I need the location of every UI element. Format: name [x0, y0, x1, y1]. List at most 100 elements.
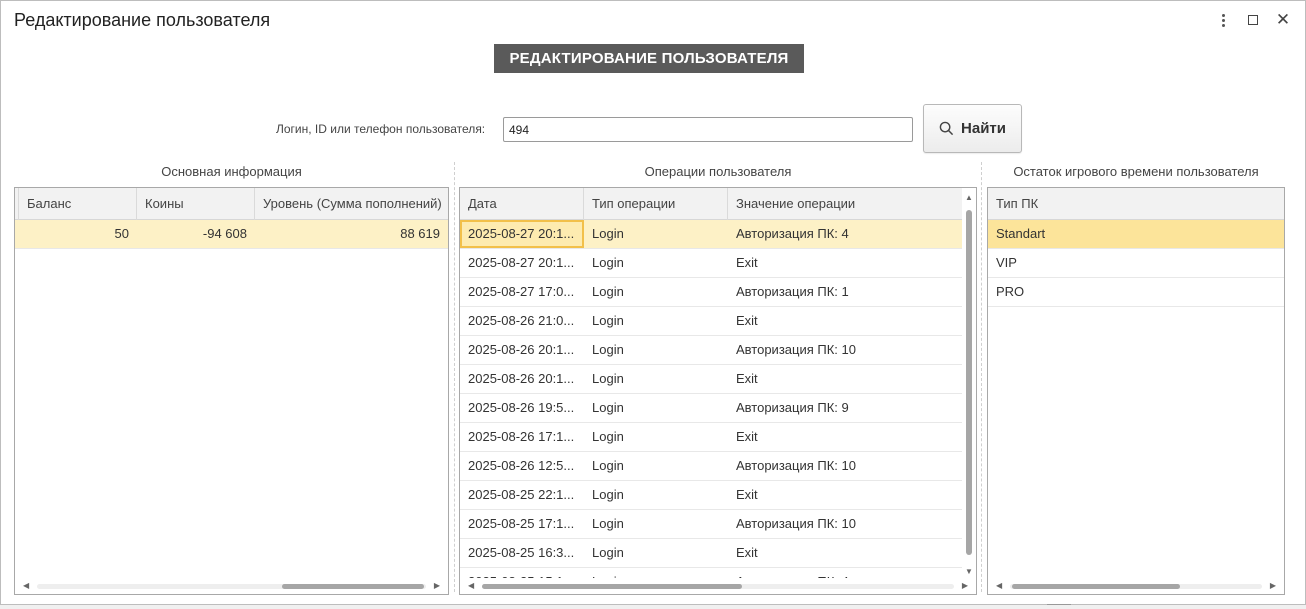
table-row[interactable]: VIP — [988, 249, 1284, 278]
date-cell[interactable]: 2025-08-26 21:0... — [460, 307, 584, 335]
operation-value-cell[interactable]: Exit — [728, 249, 962, 277]
operation-type-cell[interactable]: Login — [584, 307, 728, 335]
table-row[interactable]: 2025-08-27 17:0... Login Авторизация ПК: 1 — [460, 278, 962, 307]
date-cell[interactable]: 2025-08-25 17:1... — [460, 510, 584, 538]
pc-type-cell[interactable]: Standart — [988, 220, 1284, 248]
table-row[interactable]: 2025-08-27 20:1... Login Exit — [460, 249, 962, 278]
operation-value-cell[interactable]: Авторизация ПК: 10 — [728, 510, 962, 538]
scrollbar-thumb[interactable] — [482, 584, 742, 589]
table-row[interactable]: 2025-08-25 17:1... Login Авторизация ПК: 1… — [460, 510, 962, 539]
scrollbar-thumb[interactable] — [282, 584, 424, 589]
level-cell[interactable]: 88 619 — [255, 220, 448, 248]
table-row[interactable]: PRO — [988, 278, 1284, 307]
table-row[interactable]: 2025-08-25 22:1... Login Exit — [460, 481, 962, 510]
operation-value-cell[interactable]: Exit — [728, 539, 962, 567]
operation-type-cell[interactable]: Login — [584, 249, 728, 277]
date-cell[interactable]: 2025-08-26 12:5... — [460, 452, 584, 480]
window-title: Редактирование пользователя — [14, 10, 271, 30]
operation-value-cell[interactable]: Exit — [728, 307, 962, 335]
column-header[interactable]: Тип ПК — [988, 188, 1284, 220]
operation-value-cell[interactable]: Авторизация ПК: 10 — [728, 452, 962, 480]
table-row[interactable]: 2025-08-26 20:1... Login Авторизация ПК: 1… — [460, 336, 962, 365]
operation-value-cell[interactable]: Exit — [728, 365, 962, 393]
scroll-down-icon[interactable]: ▼ — [965, 567, 973, 576]
table-row[interactable]: 50 -94 608 88 619 — [15, 220, 448, 249]
pc-type-cell[interactable]: VIP — [988, 249, 1284, 277]
operation-type-cell[interactable]: Login — [584, 278, 728, 306]
horizontal-scrollbar[interactable]: ◀ ▶ — [460, 578, 976, 594]
table-row[interactable]: 2025-08-26 17:1... Login Exit — [460, 423, 962, 452]
operation-value-cell[interactable]: Авторизация ПК: 1 — [728, 278, 962, 306]
date-cell[interactable]: 2025-08-25 22:1... — [460, 481, 584, 509]
column-header[interactable]: Тип операции — [584, 188, 728, 220]
date-cell[interactable]: 2025-08-26 19:5... — [460, 394, 584, 422]
operation-type-cell[interactable]: Login — [584, 365, 728, 393]
operations-table[interactable]: Дата Тип операции Значение операции 2025… — [459, 187, 977, 595]
operation-type-cell[interactable]: Login — [584, 423, 728, 451]
table-row[interactable]: 2025-08-27 20:1... Login Авторизация ПК: 4 — [460, 220, 962, 249]
search-input[interactable] — [503, 117, 913, 142]
coins-cell[interactable]: -94 608 — [137, 220, 255, 248]
close-icon[interactable]: ✕ — [1275, 10, 1291, 29]
maximize-icon[interactable] — [1245, 12, 1261, 28]
date-cell[interactable]: 2025-08-25 16:3... — [460, 539, 584, 567]
scroll-left-icon[interactable]: ◀ — [23, 581, 29, 590]
operation-value-cell[interactable]: Авторизация ПК: 10 — [728, 336, 962, 364]
game-time-table[interactable]: Тип ПК Standart VIP PRO ◀ ▶ — [987, 187, 1285, 595]
table-row[interactable]: 2025-08-26 20:1... Login Exit — [460, 365, 962, 394]
column-header[interactable]: Значение операции — [728, 188, 962, 220]
balance-cell[interactable]: 50 — [19, 220, 137, 248]
date-cell[interactable]: 2025-08-27 20:1... — [460, 249, 584, 277]
find-button[interactable]: Найти — [923, 104, 1022, 153]
date-cell[interactable]: 2025-08-26 20:1... — [460, 365, 584, 393]
scroll-right-icon[interactable]: ▶ — [434, 581, 440, 590]
scrollbar-thumb[interactable] — [966, 210, 972, 555]
page-header-banner: РЕДАКТИРОВАНИЕ ПОЛЬЗОВАТЕЛЯ — [494, 44, 804, 73]
operation-type-cell[interactable]: Login — [584, 220, 728, 248]
column-header[interactable]: Уровень (Сумма пополнений) — [255, 188, 448, 220]
operation-type-cell[interactable]: Login — [584, 539, 728, 567]
table-row[interactable]: 2025-08-26 21:0... Login Exit — [460, 307, 962, 336]
scroll-right-icon[interactable]: ▶ — [1270, 581, 1276, 590]
horizontal-scrollbar[interactable]: ◀ ▶ — [988, 578, 1284, 594]
search-icon — [939, 121, 954, 136]
more-menu-icon[interactable] — [1215, 12, 1231, 28]
table-row[interactable]: 2025-08-26 12:5... Login Авторизация ПК: 1… — [460, 452, 962, 481]
table-header: Баланс Коины Уровень (Сумма пополнений) — [15, 188, 448, 220]
vertical-scrollbar[interactable]: ▲ ▼ — [962, 188, 976, 578]
operation-value-cell[interactable]: Exit — [728, 481, 962, 509]
scroll-left-icon[interactable]: ◀ — [468, 581, 474, 590]
main-info-table[interactable]: Баланс Коины Уровень (Сумма пополнений) … — [14, 187, 449, 595]
table-row[interactable]: 2025-08-26 19:5... Login Авторизация ПК: 9 — [460, 394, 962, 423]
edit-user-window: Редактирование пользователя ✕ РЕДАКТИРОВ… — [0, 0, 1306, 605]
operation-type-cell[interactable]: Login — [584, 510, 728, 538]
column-header[interactable]: Коины — [137, 188, 255, 220]
column-header[interactable]: Баланс — [19, 188, 137, 220]
scroll-up-icon[interactable]: ▲ — [965, 193, 973, 202]
section-divider — [981, 162, 982, 592]
search-label: Логин, ID или телефон пользователя: — [276, 122, 486, 136]
operation-type-cell[interactable]: Login — [584, 336, 728, 364]
horizontal-scrollbar[interactable]: ◀ ▶ — [15, 578, 448, 594]
operation-value-cell[interactable]: Exit — [728, 423, 962, 451]
scrollbar-thumb[interactable] — [1012, 584, 1180, 589]
date-cell[interactable]: 2025-08-26 20:1... — [460, 336, 584, 364]
resize-handle[interactable] — [1047, 604, 1071, 609]
scroll-right-icon[interactable]: ▶ — [962, 581, 968, 590]
bottom-strip — [0, 605, 1306, 609]
find-button-label: Найти — [961, 120, 1006, 137]
date-cell[interactable]: 2025-08-27 20:1... — [460, 220, 584, 248]
operation-type-cell[interactable]: Login — [584, 394, 728, 422]
date-cell[interactable]: 2025-08-26 17:1... — [460, 423, 584, 451]
operation-value-cell[interactable]: Авторизация ПК: 4 — [728, 220, 962, 248]
date-cell[interactable]: 2025-08-27 17:0... — [460, 278, 584, 306]
operation-type-cell[interactable]: Login — [584, 452, 728, 480]
scroll-left-icon[interactable]: ◀ — [996, 581, 1002, 590]
table-header: Тип ПК — [988, 188, 1284, 220]
operation-type-cell[interactable]: Login — [584, 481, 728, 509]
table-row[interactable]: 2025-08-25 16:3... Login Exit — [460, 539, 962, 568]
column-header[interactable]: Дата — [460, 188, 584, 220]
operation-value-cell[interactable]: Авторизация ПК: 9 — [728, 394, 962, 422]
pc-type-cell[interactable]: PRO — [988, 278, 1284, 306]
table-row[interactable]: Standart — [988, 220, 1284, 249]
